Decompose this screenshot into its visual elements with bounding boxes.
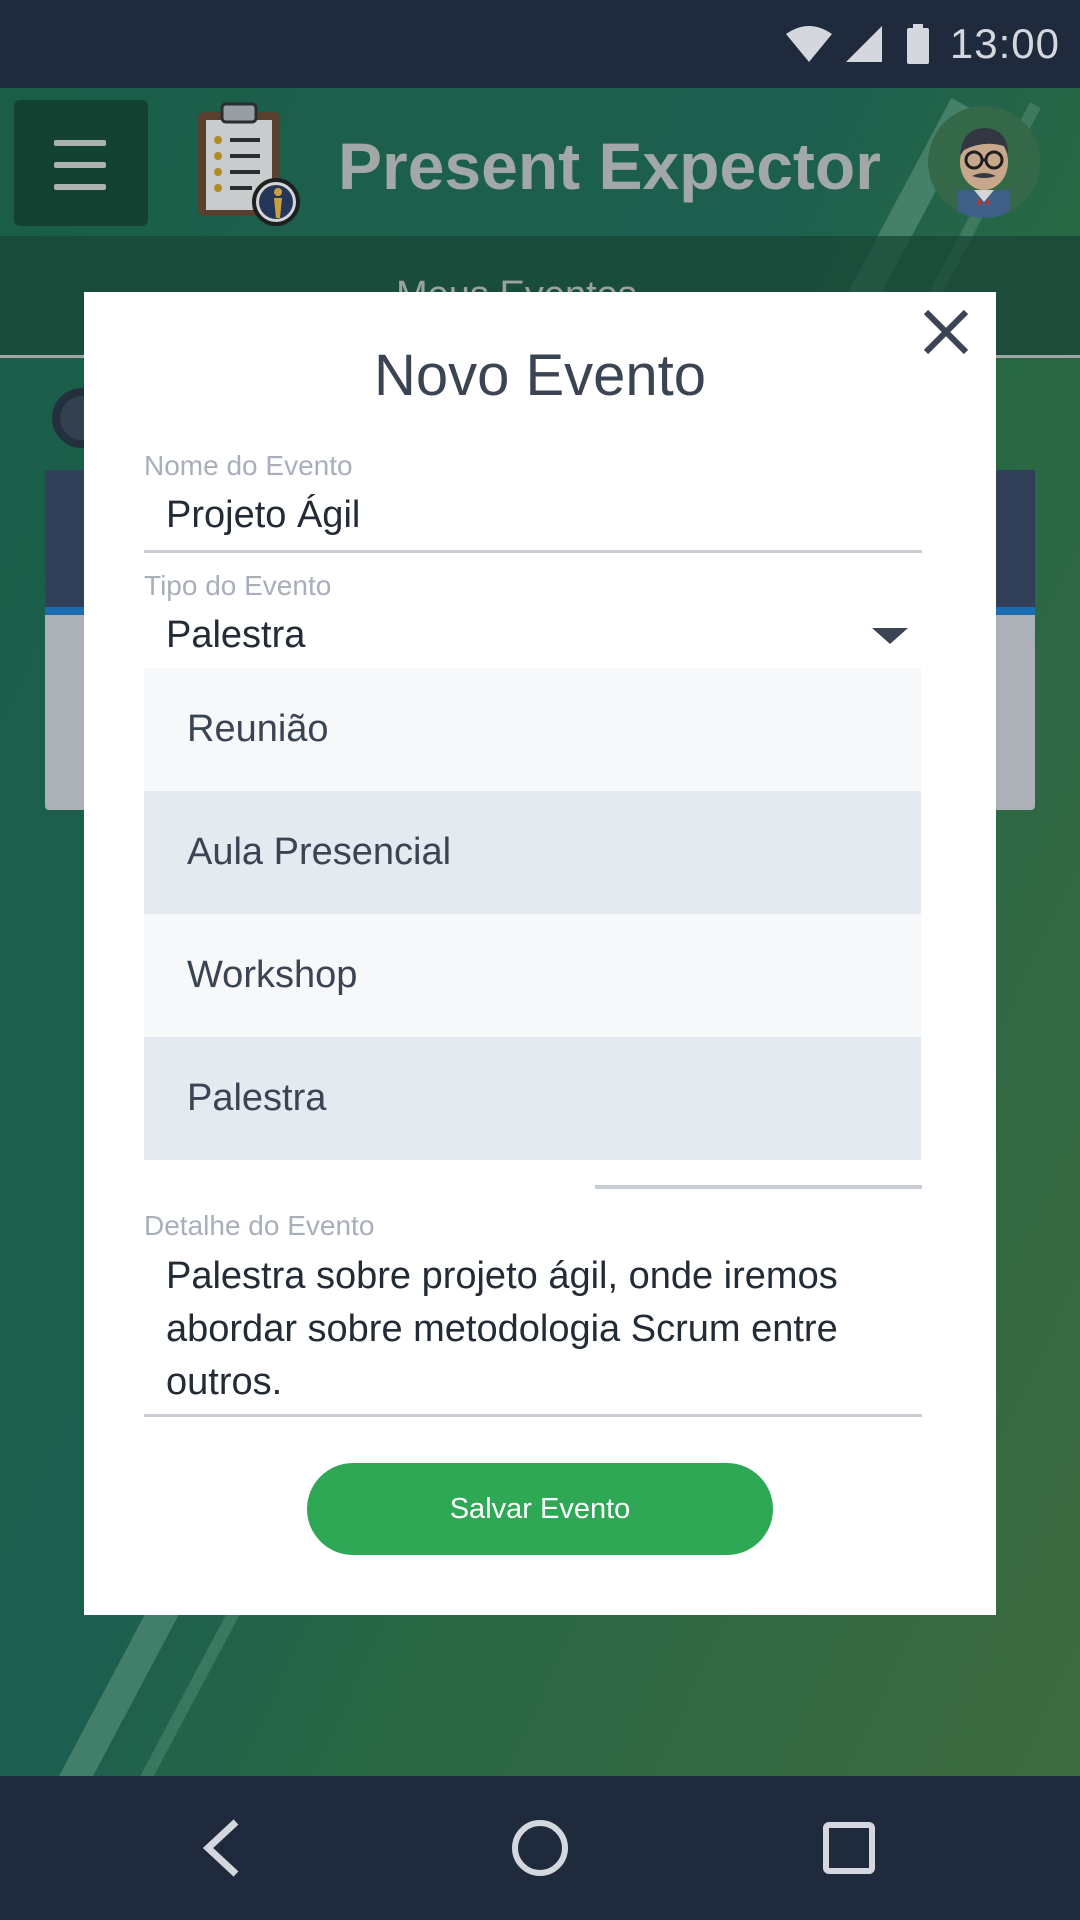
signal-icon (846, 26, 882, 62)
option-workshop[interactable]: Workshop (144, 914, 921, 1037)
clock: 13:00 (949, 20, 1060, 67)
event-name-input[interactable]: Projeto Ágil (166, 494, 360, 537)
option-reuniao[interactable]: Reunião (144, 668, 921, 791)
wifi-icon (786, 26, 832, 62)
event-detail-underline (144, 1414, 922, 1417)
recents-icon[interactable] (822, 1816, 878, 1880)
event-type-label: Tipo do Evento (144, 570, 332, 601)
status-bar: 13:00 (0, 0, 1080, 88)
new-event-dialog: Novo Evento Nome do Evento Projeto Ágil … (84, 292, 996, 1615)
hidden-field-underline (595, 1185, 922, 1189)
option-aula-presencial[interactable]: Aula Presencial (144, 791, 921, 914)
event-type-dropdown: Reunião Aula Presencial Workshop Palestr… (144, 668, 921, 1160)
navigation-bar (0, 1776, 1080, 1920)
dialog-title: Novo Evento (373, 343, 707, 408)
battery-icon (907, 24, 929, 64)
event-name-label: Nome do Evento (144, 450, 353, 481)
back-icon[interactable] (196, 1816, 244, 1880)
event-type-select[interactable]: Palestra (166, 614, 305, 657)
event-name-underline (144, 550, 922, 553)
event-detail-label: Detalhe do Evento (144, 1210, 375, 1241)
chevron-down-icon[interactable] (872, 628, 908, 644)
event-detail-textarea[interactable]: Palestra sobre projeto ágil, onde iremos… (166, 1250, 886, 1409)
save-event-button[interactable]: Salvar Evento (307, 1463, 773, 1555)
home-icon[interactable] (508, 1816, 572, 1880)
option-palestra[interactable]: Palestra (144, 1037, 921, 1160)
